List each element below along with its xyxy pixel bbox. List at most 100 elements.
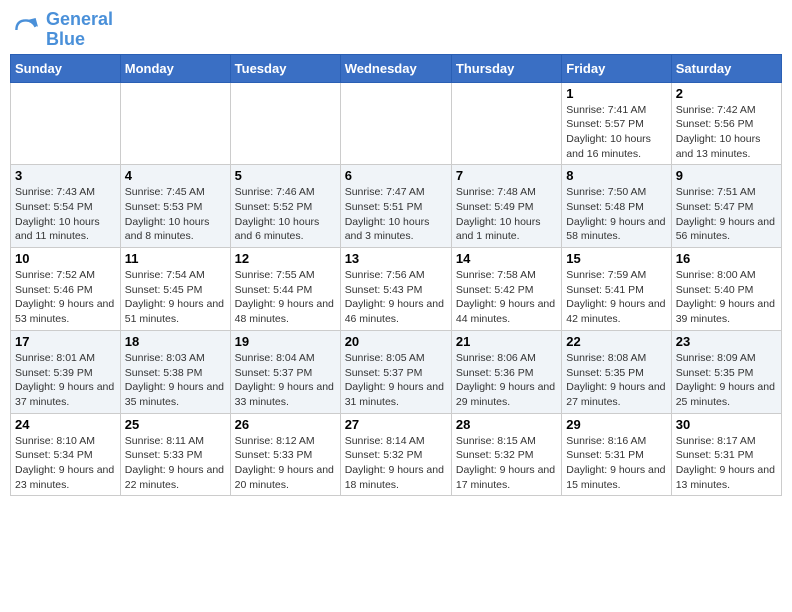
day-number: 26 [235, 417, 336, 432]
day-cell: 14 Sunrise: 7:58 AM Sunset: 5:42 PM Dayli… [451, 248, 561, 331]
day-number: 13 [345, 251, 447, 266]
day-of-week-monday: Monday [120, 54, 230, 82]
day-number: 24 [15, 417, 116, 432]
day-number: 27 [345, 417, 447, 432]
day-info: Sunrise: 7:50 AM Sunset: 5:48 PM Dayligh… [566, 185, 666, 244]
logo-icon [10, 14, 42, 46]
day-number: 20 [345, 334, 447, 349]
day-number: 3 [15, 168, 116, 183]
day-info: Sunrise: 7:52 AM Sunset: 5:46 PM Dayligh… [15, 268, 116, 327]
day-info: Sunrise: 8:11 AM Sunset: 5:33 PM Dayligh… [125, 434, 226, 493]
day-info: Sunrise: 8:16 AM Sunset: 5:31 PM Dayligh… [566, 434, 666, 493]
day-info: Sunrise: 7:58 AM Sunset: 5:42 PM Dayligh… [456, 268, 557, 327]
week-row-5: 24 Sunrise: 8:10 AM Sunset: 5:34 PM Dayli… [11, 413, 782, 496]
day-number: 22 [566, 334, 666, 349]
day-number: 18 [125, 334, 226, 349]
day-info: Sunrise: 8:00 AM Sunset: 5:40 PM Dayligh… [676, 268, 777, 327]
week-row-4: 17 Sunrise: 8:01 AM Sunset: 5:39 PM Dayli… [11, 330, 782, 413]
day-cell: 5 Sunrise: 7:46 AM Sunset: 5:52 PM Daylig… [230, 165, 340, 248]
day-info: Sunrise: 8:14 AM Sunset: 5:32 PM Dayligh… [345, 434, 447, 493]
day-info: Sunrise: 7:55 AM Sunset: 5:44 PM Dayligh… [235, 268, 336, 327]
day-cell [451, 82, 561, 165]
day-info: Sunrise: 8:01 AM Sunset: 5:39 PM Dayligh… [15, 351, 116, 410]
day-number: 29 [566, 417, 666, 432]
day-number: 28 [456, 417, 557, 432]
day-info: Sunrise: 8:10 AM Sunset: 5:34 PM Dayligh… [15, 434, 116, 493]
day-cell: 10Sunrise: 7:52 AM Sunset: 5:46 PM Dayli… [11, 248, 121, 331]
day-info: Sunrise: 8:06 AM Sunset: 5:36 PM Dayligh… [456, 351, 557, 410]
day-cell: 23 Sunrise: 8:09 AM Sunset: 5:35 PM Dayli… [671, 330, 781, 413]
day-info: Sunrise: 8:08 AM Sunset: 5:35 PM Dayligh… [566, 351, 666, 410]
day-cell: 2 Sunrise: 7:42 AM Sunset: 5:56 PM Daylig… [671, 82, 781, 165]
day-cell: 21 Sunrise: 8:06 AM Sunset: 5:36 PM Dayli… [451, 330, 561, 413]
day-info: Sunrise: 7:43 AM Sunset: 5:54 PM Dayligh… [15, 185, 116, 244]
day-of-week-thursday: Thursday [451, 54, 561, 82]
day-cell: 4 Sunrise: 7:45 AM Sunset: 5:53 PM Daylig… [120, 165, 230, 248]
logo: General Blue [10, 10, 113, 50]
day-number: 4 [125, 168, 226, 183]
week-row-2: 3 Sunrise: 7:43 AM Sunset: 5:54 PM Daylig… [11, 165, 782, 248]
day-info: Sunrise: 7:46 AM Sunset: 5:52 PM Dayligh… [235, 185, 336, 244]
day-info: Sunrise: 8:17 AM Sunset: 5:31 PM Dayligh… [676, 434, 777, 493]
day-cell: 3 Sunrise: 7:43 AM Sunset: 5:54 PM Daylig… [11, 165, 121, 248]
day-number: 15 [566, 251, 666, 266]
day-cell [11, 82, 121, 165]
day-number: 5 [235, 168, 336, 183]
day-cell: 19 Sunrise: 8:04 AM Sunset: 5:37 PM Dayli… [230, 330, 340, 413]
day-cell: 16Sunrise: 8:00 AM Sunset: 5:40 PM Dayli… [671, 248, 781, 331]
day-cell: 12 Sunrise: 7:55 AM Sunset: 5:44 PM Dayli… [230, 248, 340, 331]
day-of-week-header: SundayMondayTuesdayWednesdayThursdayFrid… [11, 54, 782, 82]
day-cell: 22 Sunrise: 8:08 AM Sunset: 5:35 PM Dayli… [562, 330, 671, 413]
day-number: 7 [456, 168, 557, 183]
day-cell: 27 Sunrise: 8:14 AM Sunset: 5:32 PM Dayli… [340, 413, 451, 496]
day-number: 11 [125, 251, 226, 266]
day-cell: 29 Sunrise: 8:16 AM Sunset: 5:31 PM Dayli… [562, 413, 671, 496]
day-cell: 28 Sunrise: 8:15 AM Sunset: 5:32 PM Dayli… [451, 413, 561, 496]
day-info: Sunrise: 7:48 AM Sunset: 5:49 PM Dayligh… [456, 185, 557, 244]
day-cell [340, 82, 451, 165]
day-cell: 9 Sunrise: 7:51 AM Sunset: 5:47 PM Daylig… [671, 165, 781, 248]
day-of-week-sunday: Sunday [11, 54, 121, 82]
day-number: 12 [235, 251, 336, 266]
day-info: Sunrise: 8:12 AM Sunset: 5:33 PM Dayligh… [235, 434, 336, 493]
day-of-week-tuesday: Tuesday [230, 54, 340, 82]
day-info: Sunrise: 7:54 AM Sunset: 5:45 PM Dayligh… [125, 268, 226, 327]
day-info: Sunrise: 7:45 AM Sunset: 5:53 PM Dayligh… [125, 185, 226, 244]
day-info: Sunrise: 8:15 AM Sunset: 5:32 PM Dayligh… [456, 434, 557, 493]
day-cell: 24 Sunrise: 8:10 AM Sunset: 5:34 PM Dayli… [11, 413, 121, 496]
day-cell: 13 Sunrise: 7:56 AM Sunset: 5:43 PM Dayli… [340, 248, 451, 331]
day-of-week-wednesday: Wednesday [340, 54, 451, 82]
day-cell [120, 82, 230, 165]
day-of-week-friday: Friday [562, 54, 671, 82]
day-number: 2 [676, 86, 777, 101]
day-number: 19 [235, 334, 336, 349]
day-number: 23 [676, 334, 777, 349]
day-cell: 25 Sunrise: 8:11 AM Sunset: 5:33 PM Dayli… [120, 413, 230, 496]
day-info: Sunrise: 8:04 AM Sunset: 5:37 PM Dayligh… [235, 351, 336, 410]
calendar-table: SundayMondayTuesdayWednesdayThursdayFrid… [10, 54, 782, 497]
day-cell: 15 Sunrise: 7:59 AM Sunset: 5:41 PM Dayli… [562, 248, 671, 331]
day-number: 9 [676, 168, 777, 183]
day-info: Sunrise: 7:47 AM Sunset: 5:51 PM Dayligh… [345, 185, 447, 244]
logo-text: General Blue [46, 10, 113, 50]
day-number: 30 [676, 417, 777, 432]
page-header: General Blue [10, 10, 782, 50]
day-info: Sunrise: 7:51 AM Sunset: 5:47 PM Dayligh… [676, 185, 777, 244]
day-number: 6 [345, 168, 447, 183]
day-info: Sunrise: 8:09 AM Sunset: 5:35 PM Dayligh… [676, 351, 777, 410]
day-cell: 6 Sunrise: 7:47 AM Sunset: 5:51 PM Daylig… [340, 165, 451, 248]
day-info: Sunrise: 7:59 AM Sunset: 5:41 PM Dayligh… [566, 268, 666, 327]
calendar-body: 1Sunrise: 7:41 AM Sunset: 5:57 PM Daylig… [11, 82, 782, 496]
day-info: Sunrise: 7:42 AM Sunset: 5:56 PM Dayligh… [676, 103, 777, 162]
day-number: 17 [15, 334, 116, 349]
week-row-3: 10Sunrise: 7:52 AM Sunset: 5:46 PM Dayli… [11, 248, 782, 331]
day-of-week-saturday: Saturday [671, 54, 781, 82]
day-cell: 26 Sunrise: 8:12 AM Sunset: 5:33 PM Dayli… [230, 413, 340, 496]
day-number: 14 [456, 251, 557, 266]
day-info: Sunrise: 7:56 AM Sunset: 5:43 PM Dayligh… [345, 268, 447, 327]
day-number: 21 [456, 334, 557, 349]
week-row-1: 1Sunrise: 7:41 AM Sunset: 5:57 PM Daylig… [11, 82, 782, 165]
day-number: 1 [566, 86, 666, 101]
day-number: 25 [125, 417, 226, 432]
day-info: Sunrise: 8:03 AM Sunset: 5:38 PM Dayligh… [125, 351, 226, 410]
